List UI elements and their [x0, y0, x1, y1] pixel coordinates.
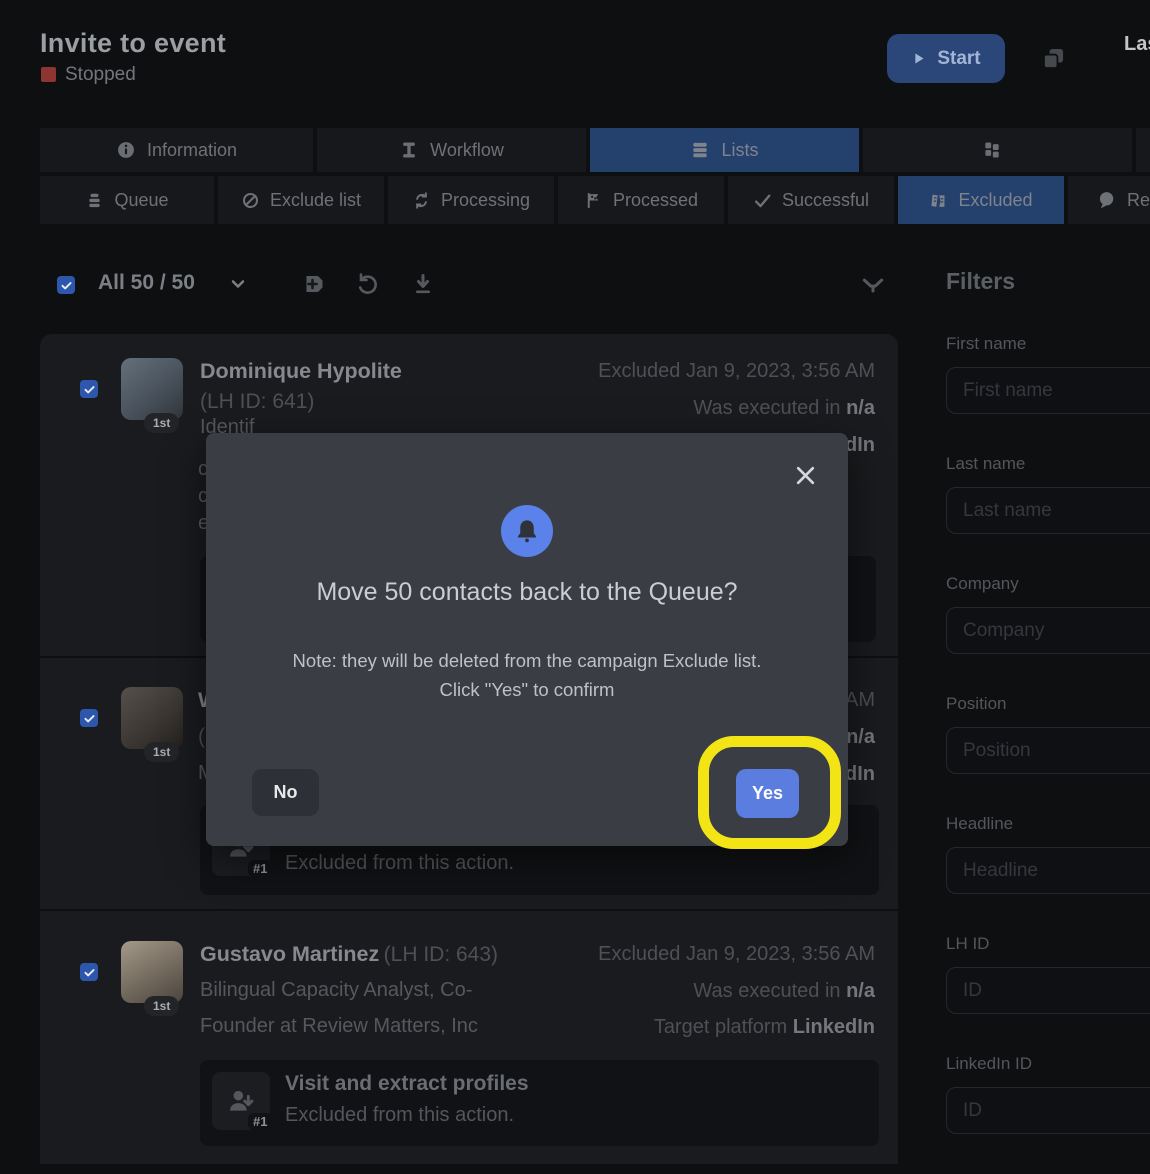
- processed-flag-icon: [584, 191, 603, 210]
- action-title: Visit and extract profiles: [285, 1072, 529, 1096]
- degree-badge: 1st: [144, 996, 179, 1016]
- action-number-badge: #1: [248, 860, 272, 877]
- was-executed-line: Was executed in n/a: [420, 397, 875, 420]
- processing-icon: [412, 191, 431, 210]
- dialog-note-line2: Click "Yes" to confirm: [206, 679, 848, 701]
- subtab-replies[interactable]: Re: [1068, 176, 1150, 224]
- tab-workflow[interactable]: Workflow: [317, 128, 586, 172]
- workflow-icon: [399, 140, 419, 160]
- action-subtitle: Excluded from this action.: [285, 852, 514, 875]
- tab-information[interactable]: Information: [40, 128, 313, 172]
- status-label: Stopped: [65, 64, 136, 86]
- subtab-label: Re: [1127, 190, 1150, 211]
- dashboard-icon: [982, 140, 1002, 160]
- lh-id-input[interactable]: [946, 967, 1150, 1014]
- was-executed-line: Was executed in n/a: [420, 980, 875, 1003]
- action-status-card: #1 Visit and extract profiles Excluded f…: [200, 1060, 879, 1146]
- status-stopped-icon: [41, 67, 56, 82]
- top-right-partial-text: Las: [1124, 33, 1150, 56]
- tab-dashboard[interactable]: [863, 128, 1132, 172]
- refresh-icon[interactable]: [356, 272, 380, 301]
- filter-label-linkedin-id: LinkedIn ID: [946, 1054, 1032, 1074]
- row-checkbox[interactable]: [80, 963, 98, 981]
- dialog-note-line1: Note: they will be deleted from the camp…: [206, 650, 848, 672]
- replies-bubble-icon: [1097, 190, 1117, 210]
- subtab-processing[interactable]: Processing: [388, 176, 554, 224]
- lists-icon: [690, 140, 710, 160]
- contact-name[interactable]: Gustavo Martinez: [200, 942, 379, 966]
- row-divider: [40, 909, 898, 911]
- tab-cutoff[interactable]: [1136, 128, 1150, 172]
- target-platform-line: Target platform LinkedIn: [420, 1016, 875, 1039]
- filter-label-company: Company: [946, 574, 1019, 594]
- no-button[interactable]: No: [252, 769, 319, 816]
- collapse-filters-icon[interactable]: [860, 272, 886, 303]
- subtab-excluded[interactable]: Excluded: [898, 176, 1064, 224]
- tab-label: Lists: [721, 140, 758, 161]
- subtab-queue[interactable]: Queue: [40, 176, 214, 224]
- subtab-label: Excluded: [958, 190, 1032, 211]
- tab-label: Information: [147, 140, 237, 161]
- linkedin-id-input[interactable]: [946, 1087, 1150, 1134]
- action-subtitle: Excluded from this action.: [285, 1104, 514, 1127]
- headline-input[interactable]: [946, 847, 1150, 894]
- subtab-label: Processing: [441, 190, 530, 211]
- action-number-badge: #1: [248, 1113, 272, 1130]
- subtab-label: Exclude list: [270, 190, 361, 211]
- filter-label-last-name: Last name: [946, 454, 1025, 474]
- contact-lh-id: (LH ID: 641): [200, 390, 314, 414]
- position-input[interactable]: [946, 727, 1150, 774]
- select-all-checkbox[interactable]: [57, 276, 75, 294]
- start-button-label: Start: [937, 48, 980, 70]
- filter-label-position: Position: [946, 694, 1006, 714]
- page-title: Invite to event: [40, 28, 226, 59]
- start-button[interactable]: Start: [887, 34, 1005, 83]
- excluded-timestamp: Excluded Jan 9, 2023, 3:56 AM: [420, 943, 875, 966]
- exclude-list-icon: [241, 191, 260, 210]
- yes-highlight-annotation: [698, 736, 841, 849]
- tab-lists[interactable]: Lists: [590, 128, 859, 172]
- contact-lh-fragment: (: [198, 725, 205, 749]
- selection-count-label[interactable]: All 50 / 50: [98, 271, 195, 295]
- checkmark-icon: [753, 191, 772, 210]
- avatar[interactable]: [121, 687, 183, 749]
- bell-icon: [501, 505, 553, 557]
- filter-label-headline: Headline: [946, 814, 1013, 834]
- degree-badge: 1st: [144, 742, 179, 762]
- avatar[interactable]: [121, 358, 183, 420]
- company-input[interactable]: [946, 607, 1150, 654]
- subtab-label: Successful: [782, 190, 869, 211]
- subtab-processed[interactable]: Processed: [558, 176, 724, 224]
- add-contact-icon[interactable]: [302, 272, 326, 301]
- subtab-label: Processed: [613, 190, 698, 211]
- filter-label-first-name: First name: [946, 334, 1026, 354]
- subtab-label: Queue: [114, 190, 168, 211]
- info-icon: [116, 140, 136, 160]
- chevron-down-icon[interactable]: [228, 274, 248, 299]
- subtab-successful[interactable]: Successful: [728, 176, 894, 224]
- filters-heading: Filters: [946, 268, 1015, 295]
- close-icon[interactable]: [793, 463, 818, 493]
- tab-label: Workflow: [430, 140, 504, 161]
- excluded-icon: [929, 191, 948, 210]
- first-name-input[interactable]: [946, 367, 1150, 414]
- filter-label-lh-id: LH ID: [946, 934, 989, 954]
- dialog-title: Move 50 contacts back to the Queue?: [206, 578, 848, 607]
- row-checkbox[interactable]: [80, 709, 98, 727]
- excluded-timestamp: Excluded Jan 9, 2023, 3:56 AM: [420, 360, 875, 383]
- download-icon[interactable]: [411, 272, 435, 301]
- subtab-exclude-list[interactable]: Exclude list: [218, 176, 384, 224]
- copy-icon[interactable]: [1040, 45, 1067, 77]
- avatar[interactable]: [121, 941, 183, 1003]
- degree-badge: 1st: [144, 413, 179, 433]
- play-icon: [911, 51, 926, 66]
- row-checkbox[interactable]: [80, 380, 98, 398]
- last-name-input[interactable]: [946, 487, 1150, 534]
- contact-name[interactable]: Dominique Hypolite: [200, 359, 402, 384]
- queue-icon: [85, 191, 104, 210]
